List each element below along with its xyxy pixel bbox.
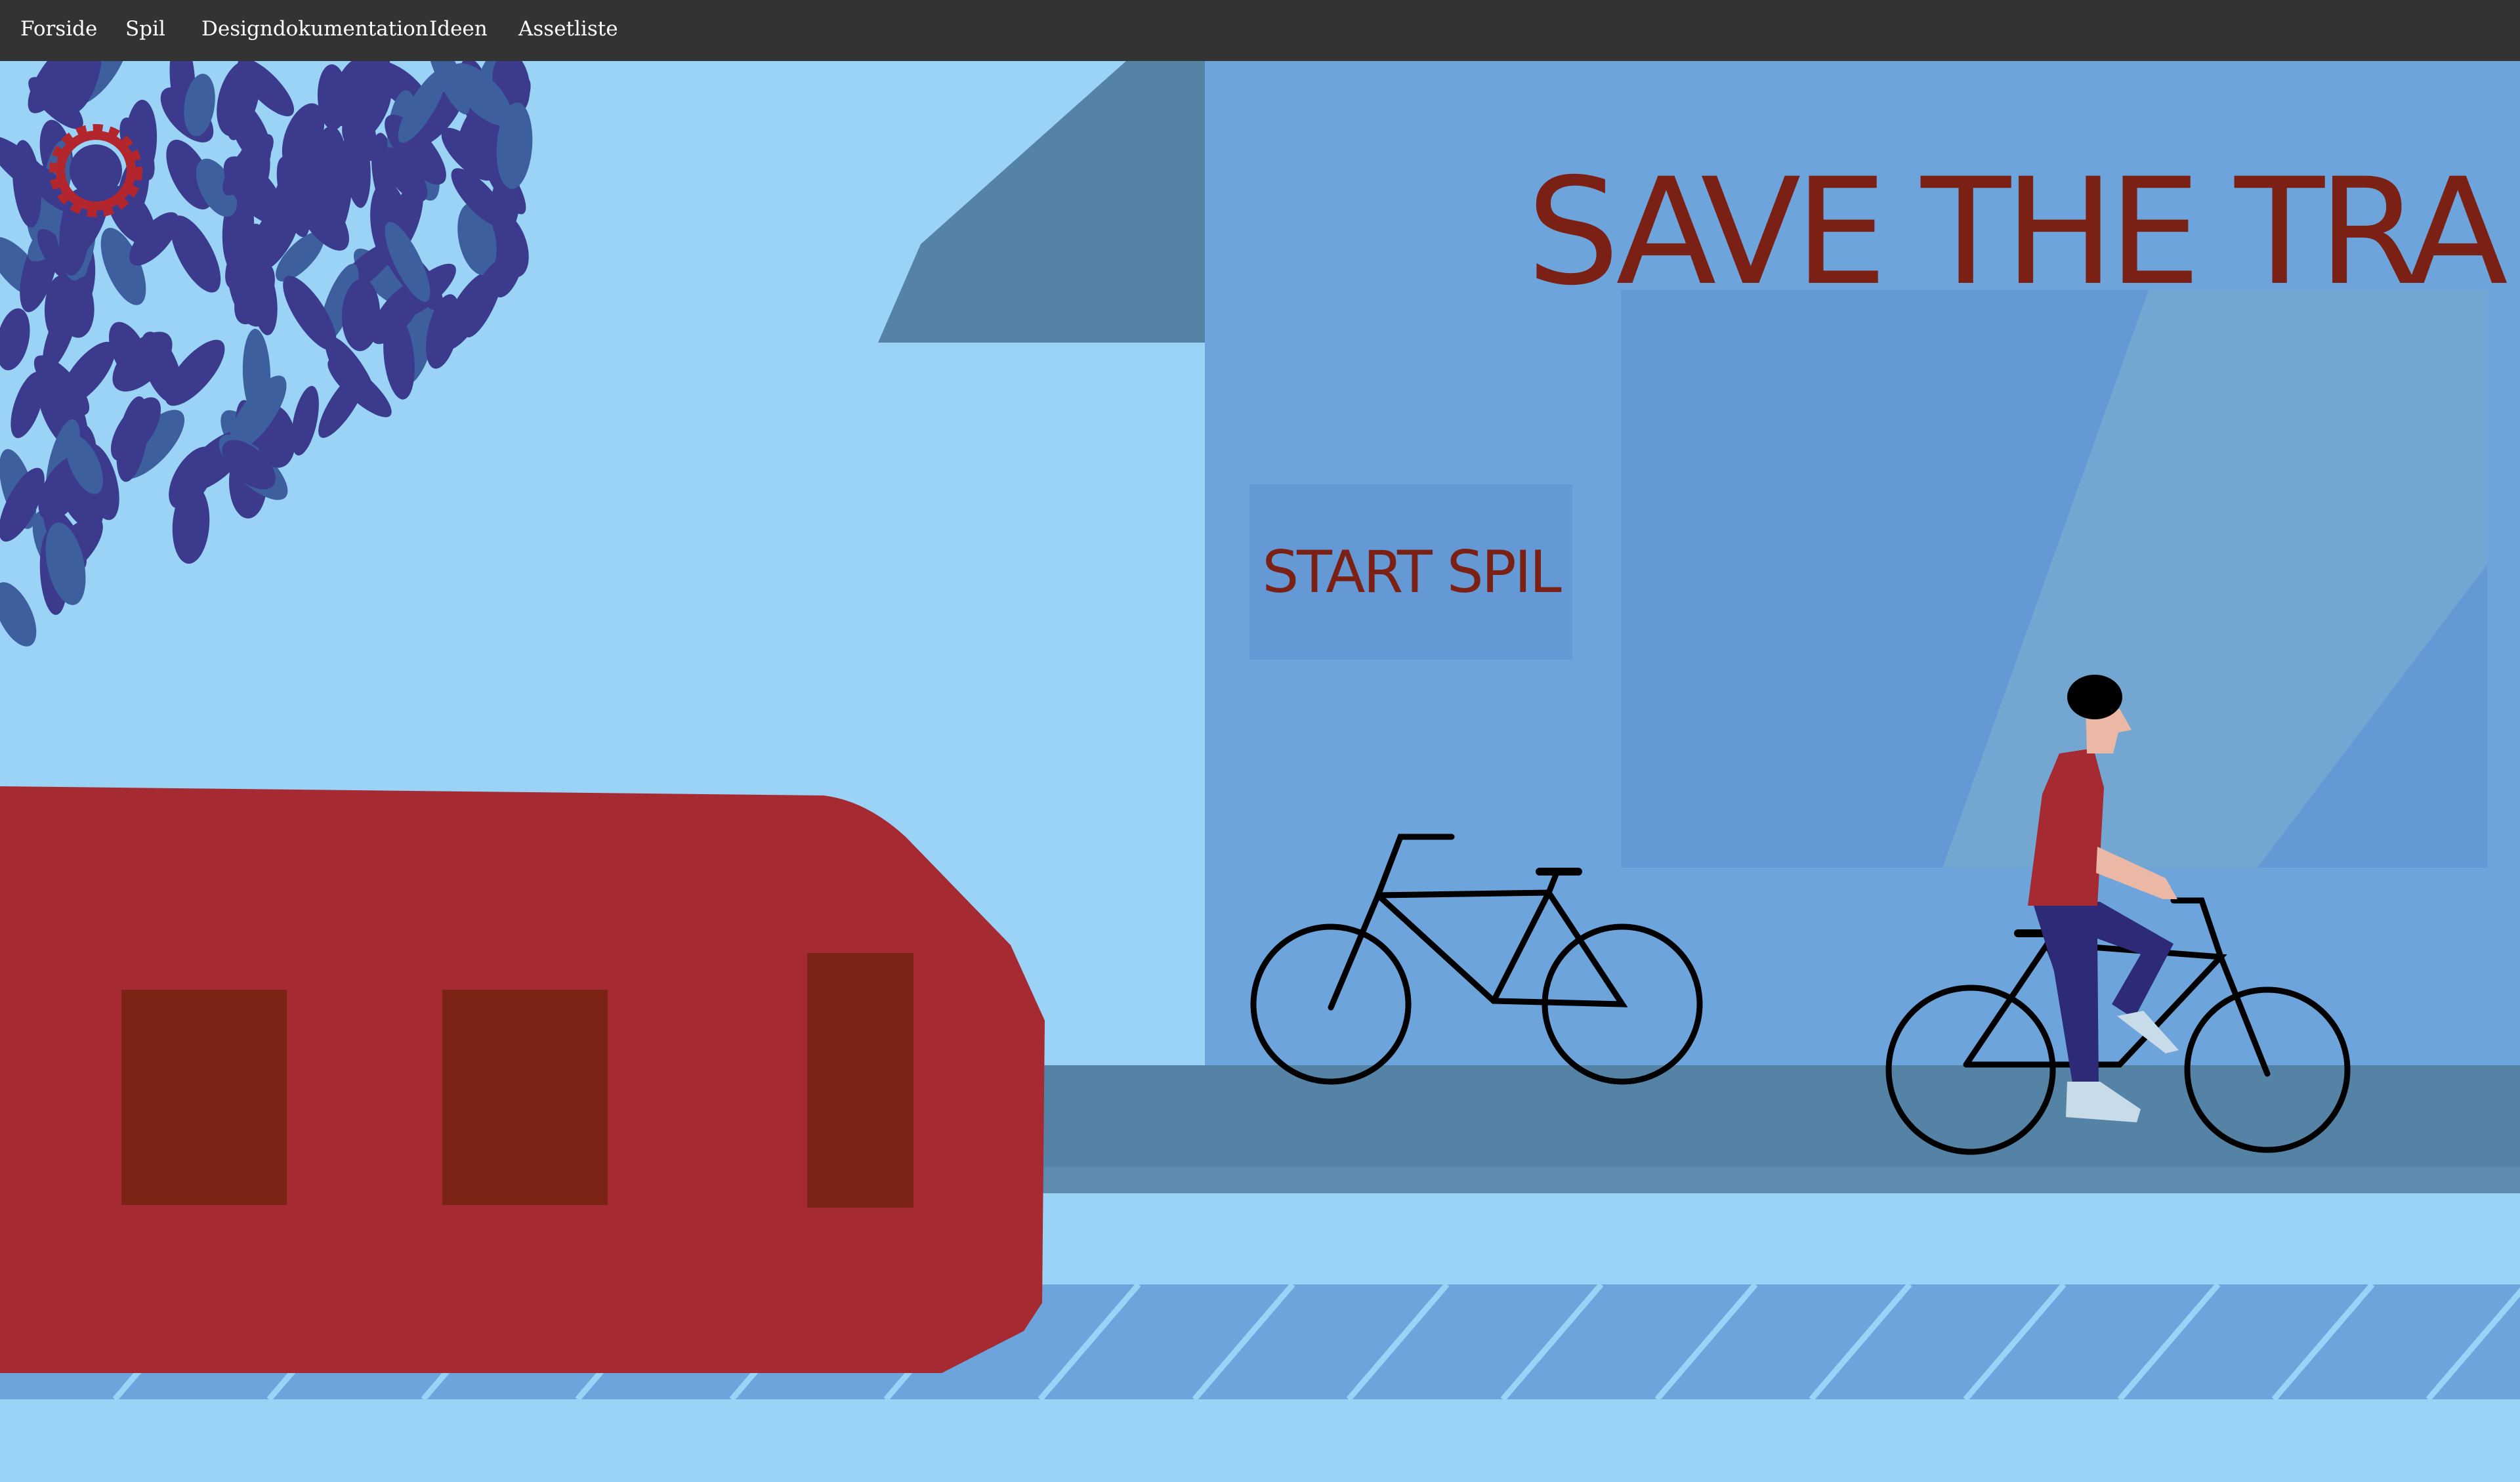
nav-link-forside[interactable]: Forside: [20, 0, 97, 61]
ground: [0, 1399, 2520, 1482]
train-window-1: [121, 990, 287, 1205]
train-window-2: [442, 990, 608, 1205]
top-navigation-bar: Forside Spil Designdokumentation Ideen A…: [0, 0, 2520, 61]
nav-link-spil[interactable]: Spil: [125, 0, 165, 61]
game-scene: SAVE THE TRAIN START SPIL: [0, 61, 2520, 1482]
train-door: [807, 953, 914, 1208]
nav-link-designdokumentation[interactable]: Designdokumentation: [201, 0, 429, 61]
start-game-button[interactable]: START SPIL: [1250, 484, 1572, 660]
platform-edge: [1024, 1167, 2520, 1193]
game-title: SAVE THE TRAIN: [1526, 157, 2511, 308]
train: [0, 786, 1045, 1373]
nav-link-ideen[interactable]: Ideen: [429, 0, 488, 61]
nav-link-assetliste[interactable]: Assetliste: [518, 0, 618, 61]
